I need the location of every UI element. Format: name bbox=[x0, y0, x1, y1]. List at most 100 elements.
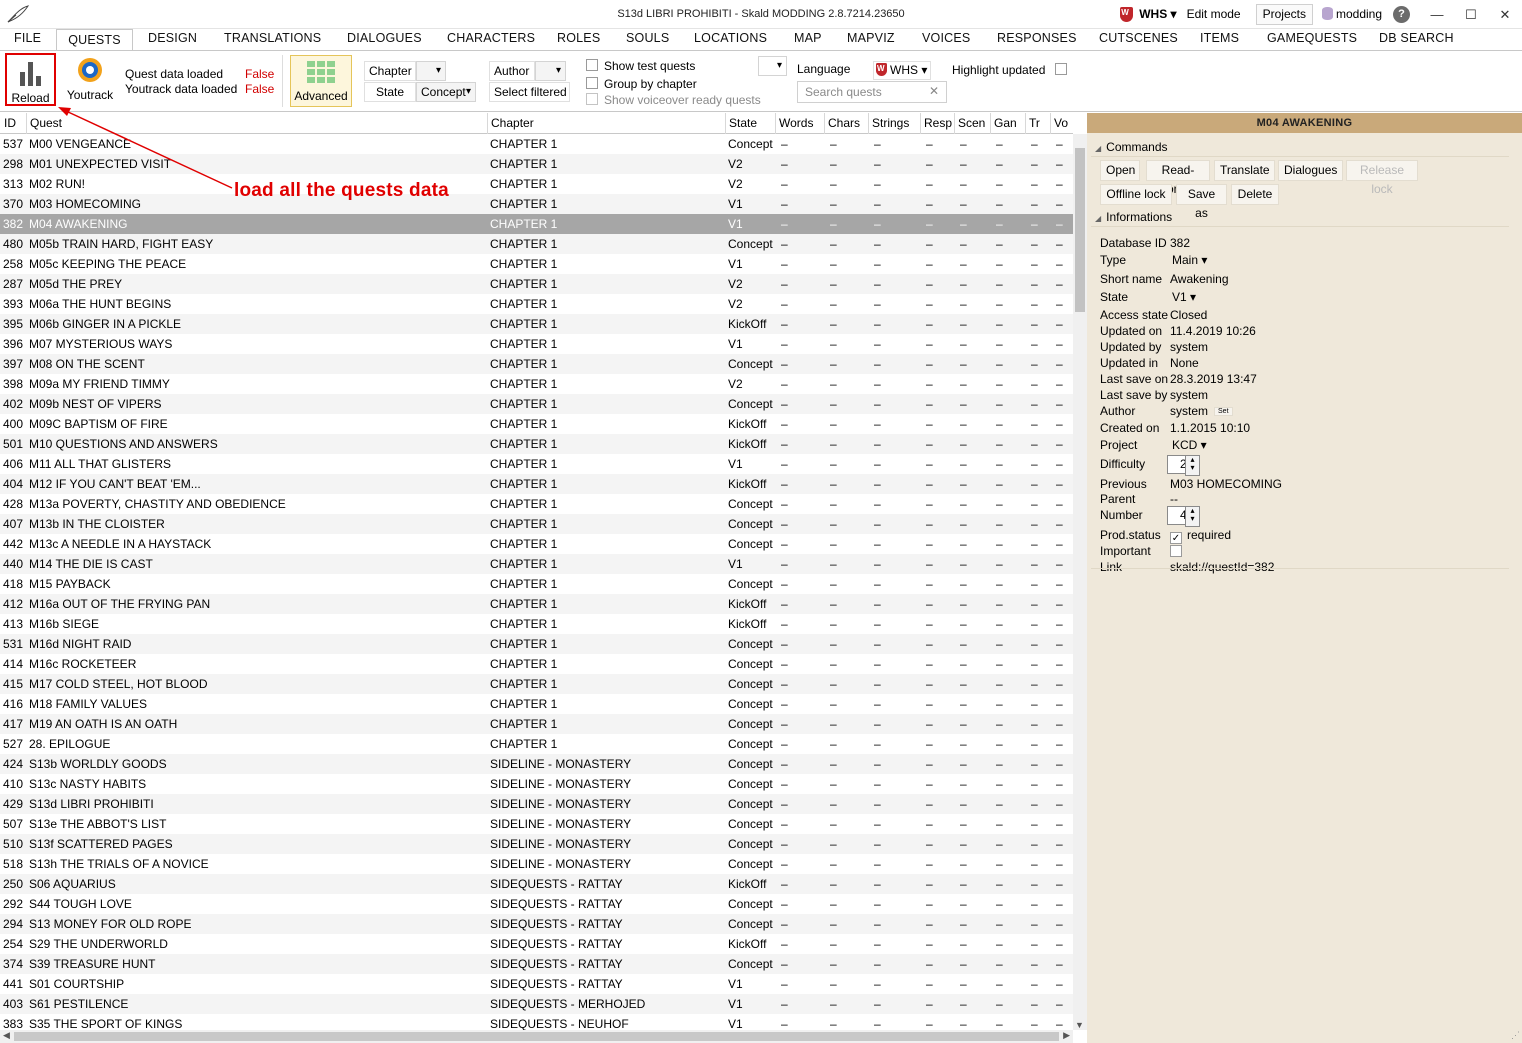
table-row[interactable]: 424 S13b WORLDLY GOODS SIDELINE - MONASTER… bbox=[0, 754, 1073, 774]
table-row[interactable]: 382 M04 AWAKENING CHAPTER 1 V1 – – – – – – – – bbox=[0, 214, 1073, 234]
field-value-state[interactable]: V1 ▾ bbox=[1172, 290, 1200, 304]
youtrack-button[interactable]: Youtrack bbox=[62, 55, 118, 106]
table-row[interactable]: 370 M03 HOMECOMING CHAPTER 1 V1– – – – – – – – bbox=[0, 194, 1073, 214]
table-row[interactable]: 398 M09a MY FRIEND TIMMY CHAPTER 1 V2 – – – – – –… bbox=[0, 374, 1073, 394]
table-row[interactable]: 413 M16b SIEGE CHAPTER 1 KickOff – – – – – – – – bbox=[0, 614, 1073, 634]
state-filter-dropdown[interactable]: Concept bbox=[416, 82, 476, 102]
company-selector[interactable]: WHS ▾ bbox=[1136, 4, 1179, 25]
menu-tab-quests[interactable]: QUESTS bbox=[56, 29, 133, 52]
menu-tab-design[interactable]: DESIGN bbox=[148, 31, 197, 45]
column-separator[interactable] bbox=[26, 113, 27, 134]
database-selector[interactable]: modding bbox=[1315, 4, 1389, 25]
highlight-updated-checkbox[interactable] bbox=[1055, 63, 1067, 75]
column-separator[interactable] bbox=[824, 113, 825, 134]
column-separator[interactable] bbox=[990, 113, 991, 134]
table-row[interactable]: 442 M13c A NEEDLE IN A HAYSTACK CHAPTER 1 C… bbox=[0, 534, 1073, 554]
column-separator[interactable] bbox=[775, 113, 776, 134]
menu-tab-cutscenes[interactable]: CUTSCENES bbox=[1099, 31, 1178, 45]
prod-status-checkbox[interactable]: ✓ bbox=[1170, 532, 1182, 544]
column-header-id[interactable]: ID bbox=[4, 116, 25, 130]
table-row[interactable]: 374 S39 TREASURE HUNT SIDEQUESTS - RATTAY C… bbox=[0, 954, 1073, 974]
offline-lock-button[interactable]: Offline lock bbox=[1100, 184, 1172, 205]
table-row[interactable]: 403 S61 PESTILENCE SIDEQUESTS - MERHOJED V1… bbox=[0, 994, 1073, 1014]
table-row[interactable]: 313 M02 RUN! CHAPTER 1 V2– – – – – – – – bbox=[0, 174, 1073, 194]
language-selector[interactable]: WHS ▾ bbox=[873, 61, 932, 80]
menu-tab-file[interactable]: FILE bbox=[14, 31, 41, 45]
column-header-quest[interactable]: Quest bbox=[30, 116, 486, 130]
menu-tab-map[interactable]: MAP bbox=[794, 31, 822, 45]
column-separator[interactable] bbox=[1050, 113, 1051, 134]
table-row[interactable]: 440 M14 THE DIE IS CAST CHAPTER 1 V1 – – – – – – –… bbox=[0, 554, 1073, 574]
read-only-button[interactable]: Read-only bbox=[1146, 160, 1210, 196]
clear-search-icon[interactable]: ✕ bbox=[929, 84, 939, 98]
table-row[interactable]: 510 S13f SCATTERED PAGES SIDELINE - MONAST… bbox=[0, 834, 1073, 854]
table-row[interactable]: 412 M16a OUT OF THE FRYING PAN CHAPTER 1 Ki… bbox=[0, 594, 1073, 614]
minimize-button[interactable]: — bbox=[1420, 7, 1454, 22]
menu-tab-items[interactable]: ITEMS bbox=[1200, 31, 1239, 45]
scroll-left-icon[interactable]: ◀ bbox=[3, 1030, 10, 1041]
table-row[interactable]: 518 S13h THE TRIALS OF A NOVICE SIDELINE -… bbox=[0, 854, 1073, 874]
column-separator[interactable] bbox=[868, 113, 869, 134]
menu-tab-mapviz[interactable]: MAPVIZ bbox=[847, 31, 895, 45]
menu-tab-db-search[interactable]: DB SEARCH bbox=[1379, 31, 1454, 45]
field-value-project[interactable]: KCD ▾ bbox=[1172, 438, 1211, 452]
edit-mode-button[interactable]: Edit mode bbox=[1180, 4, 1248, 25]
menu-tab-souls[interactable]: SOULS bbox=[626, 31, 669, 45]
reload-button[interactable]: Reload bbox=[5, 53, 56, 106]
resize-grip-icon[interactable]: ⋰ bbox=[1511, 1030, 1520, 1041]
vertical-scroll-thumb[interactable] bbox=[1075, 148, 1085, 312]
table-row[interactable]: 414 M16c ROCKETEER CHAPTER 1 Concept – – – – – – –… bbox=[0, 654, 1073, 674]
horizontal-scrollbar[interactable]: ◀ ▶ bbox=[0, 1030, 1073, 1043]
field-value-number[interactable]: 4 bbox=[1167, 506, 1200, 527]
menu-tab-voices[interactable]: VOICES bbox=[922, 31, 970, 45]
maximize-button[interactable]: ☐ bbox=[1454, 7, 1488, 23]
menu-tab-translations[interactable]: TRANSLATIONS bbox=[224, 31, 321, 45]
field-value-type[interactable]: Main ▾ bbox=[1172, 253, 1211, 267]
delete-button[interactable]: Delete bbox=[1231, 184, 1279, 205]
projects-button[interactable]: Projects bbox=[1255, 4, 1313, 25]
menu-tab-characters[interactable]: CHARACTERS bbox=[447, 31, 535, 45]
table-row[interactable]: 480 M05b TRAIN HARD, FIGHT EASY CHAPTER 1 C… bbox=[0, 234, 1073, 254]
chapter-filter-dropdown[interactable] bbox=[416, 61, 446, 81]
voiceover-dropdown[interactable] bbox=[758, 56, 787, 76]
table-row[interactable]: 396 M07 MYSTERIOUS WAYS CHAPTER 1 V1 – – – – – – –… bbox=[0, 334, 1073, 354]
column-header-gan[interactable]: Gan bbox=[994, 116, 1024, 130]
scroll-down-icon[interactable]: ▼ bbox=[1075, 1020, 1084, 1030]
table-row[interactable]: 254 S29 THE UNDERWORLD SIDEQUESTS - RATTAY… bbox=[0, 934, 1073, 954]
group-by-chapter-checkbox[interactable] bbox=[586, 77, 598, 89]
column-header-strings[interactable]: Strings bbox=[872, 116, 919, 130]
column-header-chars[interactable]: Chars bbox=[828, 116, 867, 130]
close-button[interactable]: ✕ bbox=[1488, 7, 1522, 23]
table-row[interactable]: 294 S13 MONEY FOR OLD ROPE SIDEQUESTS - RA… bbox=[0, 914, 1073, 934]
show-test-quests-checkbox[interactable] bbox=[586, 59, 598, 71]
table-row[interactable]: 537 M00 VENGEANCE CHAPTER 1 Concept – – – – – – – – bbox=[0, 134, 1073, 154]
menu-tab-locations[interactable]: LOCATIONS bbox=[694, 31, 767, 45]
column-header-vo[interactable]: Vo bbox=[1054, 116, 1068, 130]
menu-tab-dialogues[interactable]: DIALOGUES bbox=[347, 31, 422, 45]
table-row[interactable]: 429 S13d LIBRI PROHIBITI SIDELINE - MONAST… bbox=[0, 794, 1073, 814]
table-row[interactable]: 527 28. EPILOGUE CHAPTER 1 Concept – – – – – – – – bbox=[0, 734, 1073, 754]
column-header-tr[interactable]: Tr bbox=[1029, 116, 1049, 130]
table-row[interactable]: 407 M13b IN THE CLOISTER CHAPTER 1 Concept –… bbox=[0, 514, 1073, 534]
table-row[interactable]: 406 M11 ALL THAT GLISTERS CHAPTER 1 V1 – – – – –… bbox=[0, 454, 1073, 474]
table-row[interactable]: 250 S06 AQUARIUS SIDEQUESTS - RATTAY KickOf… bbox=[0, 874, 1073, 894]
select-filtered-button[interactable]: Select filtered bbox=[489, 82, 570, 102]
table-row[interactable]: 292 S44 TOUGH LOVE SIDEQUESTS - RATTAY Conc… bbox=[0, 894, 1073, 914]
column-header-resp[interactable]: Resp bbox=[924, 116, 953, 130]
column-separator[interactable] bbox=[725, 113, 726, 134]
scroll-right-icon[interactable]: ▶ bbox=[1063, 1030, 1070, 1041]
author-filter-dropdown[interactable] bbox=[535, 61, 566, 81]
field-value-difficulty[interactable]: 2 bbox=[1167, 455, 1200, 476]
table-row[interactable]: 402 M09b NEST OF VIPERS CHAPTER 1 Concept – –… bbox=[0, 394, 1073, 414]
show-voiceover-checkbox[interactable] bbox=[586, 93, 598, 105]
table-row[interactable]: 531 M16d NIGHT RAID CHAPTER 1 Concept – – – – – –… bbox=[0, 634, 1073, 654]
column-header-state[interactable]: State bbox=[729, 116, 774, 130]
informations-section-header[interactable]: Informations bbox=[1095, 210, 1172, 224]
commands-section-header[interactable]: Commands bbox=[1095, 140, 1167, 154]
table-row[interactable]: 410 S13c NASTY HABITS SIDELINE - MONASTERY… bbox=[0, 774, 1073, 794]
table-row[interactable]: 417 M19 AN OATH IS AN OATH CHAPTER 1 Concep… bbox=[0, 714, 1073, 734]
column-header-words[interactable]: Words bbox=[779, 116, 823, 130]
advanced-button[interactable]: Advanced bbox=[290, 55, 352, 107]
table-row[interactable]: 397 M08 ON THE SCENT CHAPTER 1 Concept – – – – –… bbox=[0, 354, 1073, 374]
help-icon[interactable]: ? bbox=[1393, 6, 1410, 23]
